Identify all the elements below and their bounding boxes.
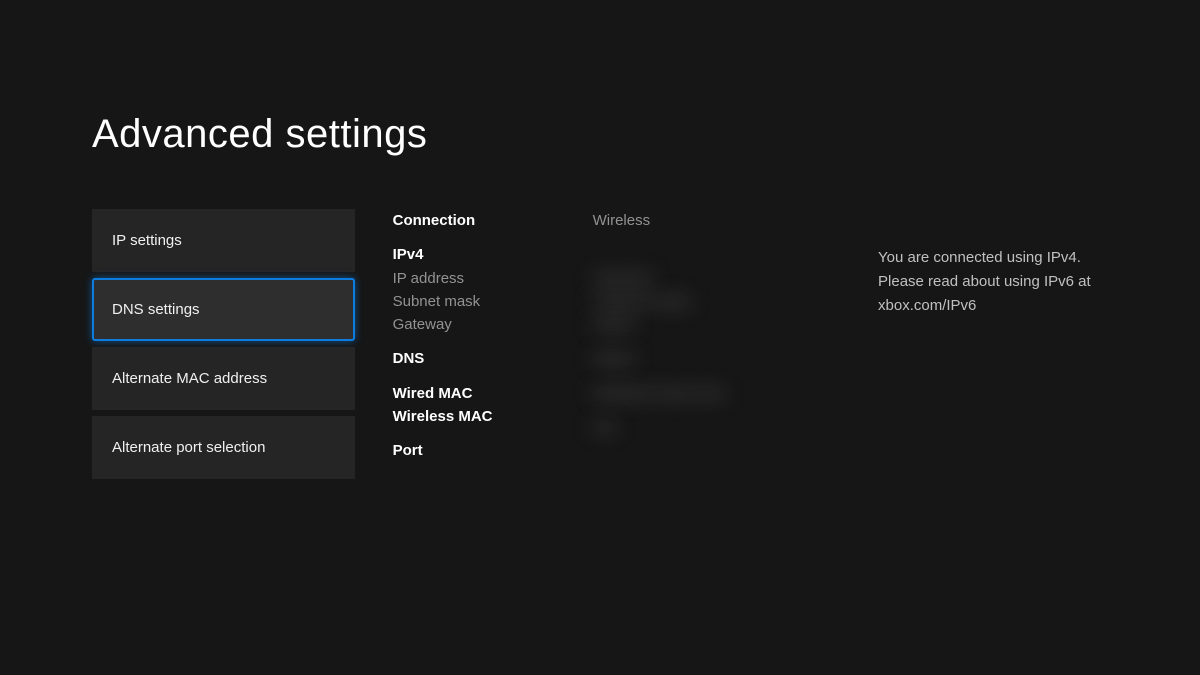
info-text: You are connected using IPv4. Please rea… (878, 246, 1110, 318)
menu-list: IP settings DNS settings Alternate MAC a… (92, 209, 355, 479)
port-label: Port (393, 439, 593, 462)
page-title: Advanced settings (92, 112, 1110, 157)
connection-value: Wireless (593, 209, 838, 232)
dns-value: redact (593, 347, 838, 370)
gateway-value: redact (593, 313, 838, 336)
ip-address-value: redacted (593, 267, 838, 290)
ipv4-label: IPv4 (393, 243, 593, 266)
menu-item-alternate-port[interactable]: Alternate port selection (92, 416, 355, 479)
menu-item-dns-settings[interactable]: DNS settings (92, 278, 355, 341)
subnet-mask-label: Subnet mask (393, 290, 593, 313)
ip-address-label: IP address (393, 267, 593, 290)
wired-mac-value: redacted value here (593, 382, 838, 405)
connection-label: Connection (393, 209, 593, 232)
dns-label: DNS (393, 347, 593, 370)
menu-item-alternate-mac[interactable]: Alternate MAC address (92, 347, 355, 410)
wired-mac-label: Wired MAC (393, 382, 593, 405)
port-value: red (593, 416, 838, 439)
subnet-mask-value: redacted value (593, 290, 838, 313)
menu-item-ip-settings[interactable]: IP settings (92, 209, 355, 272)
info-panel: You are connected using IPv4. Please rea… (878, 209, 1110, 479)
details-panel: Connection IPv4 IP address Subnet mask G… (393, 209, 838, 479)
gateway-label: Gateway (393, 313, 593, 336)
wireless-mac-label: Wireless MAC (393, 405, 593, 428)
